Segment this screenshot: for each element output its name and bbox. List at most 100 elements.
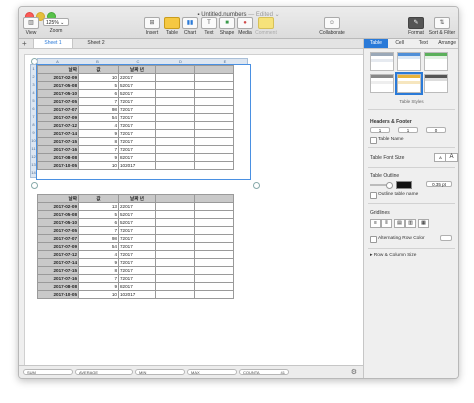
table-cell[interactable]: 8	[78, 137, 119, 146]
table-cell[interactable]	[155, 105, 195, 114]
table-cell[interactable]: 52017	[118, 218, 156, 227]
tab-arrange[interactable]: Arrange	[435, 39, 458, 48]
alternating-row-color-checkbox[interactable]	[370, 236, 377, 243]
date-cell[interactable]: 2017-02-09	[37, 202, 79, 211]
table-cell[interactable]	[155, 89, 195, 98]
table-cell[interactable]	[194, 210, 234, 219]
table-row[interactable]: 2017-07-14 9 72017	[37, 129, 234, 138]
outline-width-field[interactable]: 0.35 pt	[426, 181, 452, 187]
table-cell[interactable]	[194, 89, 234, 98]
tab-sheet-2[interactable]: Sheet 2	[77, 39, 115, 48]
table-row[interactable]: 2017-07-09 54 72017	[37, 113, 234, 122]
table-button[interactable]: Table	[163, 17, 181, 37]
date-cell[interactable]: 2017-07-14	[37, 258, 79, 267]
header-cell[interactable]: 날짜	[37, 65, 79, 74]
header-columns-stepper[interactable]: 1	[398, 127, 418, 133]
add-sheet-button[interactable]: +	[22, 39, 27, 48]
table-cell[interactable]: 72017	[118, 234, 156, 243]
table-cell[interactable]: 22017	[118, 202, 156, 211]
table-cell[interactable]	[194, 250, 234, 259]
table-cell[interactable]: 82017	[118, 153, 156, 162]
footer-rows-stepper[interactable]: 0	[426, 127, 446, 133]
table-cell[interactable]	[194, 266, 234, 275]
table-cell[interactable]	[194, 145, 234, 154]
table-cell[interactable]: 7	[78, 226, 119, 235]
table-cell[interactable]: 72017	[118, 105, 156, 114]
table-1[interactable]: 날짜 값 날짜 년 2017-02-09 10 22017 2017-05-08 5 52017…	[37, 65, 234, 170]
table-row[interactable]: 2017-07-07 98 72017	[37, 105, 234, 114]
table-cell[interactable]	[155, 202, 195, 211]
table-cell[interactable]: 9	[78, 258, 119, 267]
table-cell[interactable]	[194, 137, 234, 146]
table-cell[interactable]: 72017	[118, 137, 156, 146]
outline-color-swatch[interactable]	[396, 181, 412, 189]
table-style-thumb[interactable]	[424, 52, 448, 71]
header-cell[interactable]	[155, 194, 195, 203]
text-button[interactable]: T Text	[200, 17, 218, 37]
table-row[interactable]: 2017-05-10 6 52017	[37, 89, 234, 98]
table-cell[interactable]	[194, 97, 234, 106]
table-cell[interactable]: 72017	[118, 97, 156, 106]
date-cell[interactable]: 2017-07-07	[37, 105, 79, 114]
table-cell[interactable]: 10	[78, 290, 119, 299]
table-cell[interactable]	[155, 234, 195, 243]
table-cell[interactable]: 10	[78, 73, 119, 82]
comment-button[interactable]: Comment	[254, 17, 278, 37]
header-cell[interactable]: 값	[78, 65, 119, 74]
date-cell[interactable]: 2017-08-08	[37, 153, 79, 162]
min-chip[interactable]: MIN	[135, 369, 185, 375]
table-cell[interactable]: 102017	[118, 161, 156, 170]
table-cell[interactable]	[155, 290, 195, 299]
table-cell[interactable]: 9	[78, 153, 119, 162]
row-column-size-disclosure[interactable]: ▸ Row & Column Size	[370, 253, 416, 258]
table-row[interactable]: 2017-07-09 54 72017	[37, 242, 234, 251]
table-cell[interactable]	[155, 266, 195, 275]
date-cell[interactable]: 2017-02-09	[37, 73, 79, 82]
date-cell[interactable]: 2017-07-16	[37, 145, 79, 154]
table-cell[interactable]	[194, 282, 234, 291]
header-rows-stepper[interactable]: 1	[370, 127, 390, 133]
table-cell[interactable]: 72017	[118, 113, 156, 122]
table-cell[interactable]	[194, 105, 234, 114]
table-cell[interactable]: 72017	[118, 226, 156, 235]
table-row[interactable]: 2017-07-05 7 72017	[37, 226, 234, 235]
table-cell[interactable]: 98	[78, 234, 119, 243]
table-cell[interactable]: 9	[78, 129, 119, 138]
gridlines-header-cols-icon[interactable]: ▥	[405, 219, 416, 228]
table-row[interactable]: 2017-02-09 13 22017	[37, 202, 234, 211]
sheet-canvas[interactable]: A B C D E 1 2 3 4 5 6 7 8 9 10 11 12 13 …	[19, 49, 363, 365]
tab-text[interactable]: Text	[412, 39, 436, 48]
header-cell[interactable]	[194, 65, 234, 74]
date-cell[interactable]: 2017-05-10	[37, 218, 79, 227]
table-cell[interactable]: 72017	[118, 274, 156, 283]
alternating-color-well[interactable]	[440, 235, 452, 241]
table-row[interactable]: 2017-08-08 9 82017	[37, 282, 234, 291]
table-cell[interactable]: 102017	[118, 290, 156, 299]
table-cell[interactable]: 5	[78, 81, 119, 90]
table-style-thumb[interactable]	[370, 74, 394, 93]
tab-sheet-1[interactable]: Sheet 1	[33, 39, 73, 48]
table-cell[interactable]: 52017	[118, 210, 156, 219]
table-cell[interactable]: 98	[78, 105, 119, 114]
table-cell[interactable]	[155, 242, 195, 251]
table-cell[interactable]	[155, 218, 195, 227]
table-header-row[interactable]: 날짜 값 날짜 년	[37, 194, 234, 203]
date-cell[interactable]: 2017-08-08	[37, 282, 79, 291]
table-cell[interactable]: 72017	[118, 121, 156, 130]
table-cell[interactable]	[155, 226, 195, 235]
max-chip[interactable]: MAX	[187, 369, 237, 375]
table-cell[interactable]: 4	[78, 250, 119, 259]
table-style-thumb[interactable]	[397, 52, 421, 71]
table-cell[interactable]	[194, 153, 234, 162]
header-cell[interactable]: 날짜	[37, 194, 79, 203]
chart-button[interactable]: ▮▮ Chart	[181, 17, 199, 37]
table-row[interactable]: 2017-05-10 6 52017	[37, 218, 234, 227]
header-cell[interactable]: 날짜 년	[118, 194, 156, 203]
media-button[interactable]: ● Media	[236, 17, 254, 37]
table-cell[interactable]	[194, 161, 234, 170]
table-cell[interactable]	[194, 274, 234, 283]
insert-button[interactable]: ⊞ Insert	[141, 17, 163, 37]
table-cell[interactable]	[194, 81, 234, 90]
table-cell[interactable]	[194, 290, 234, 299]
table-cell[interactable]: 6	[78, 218, 119, 227]
